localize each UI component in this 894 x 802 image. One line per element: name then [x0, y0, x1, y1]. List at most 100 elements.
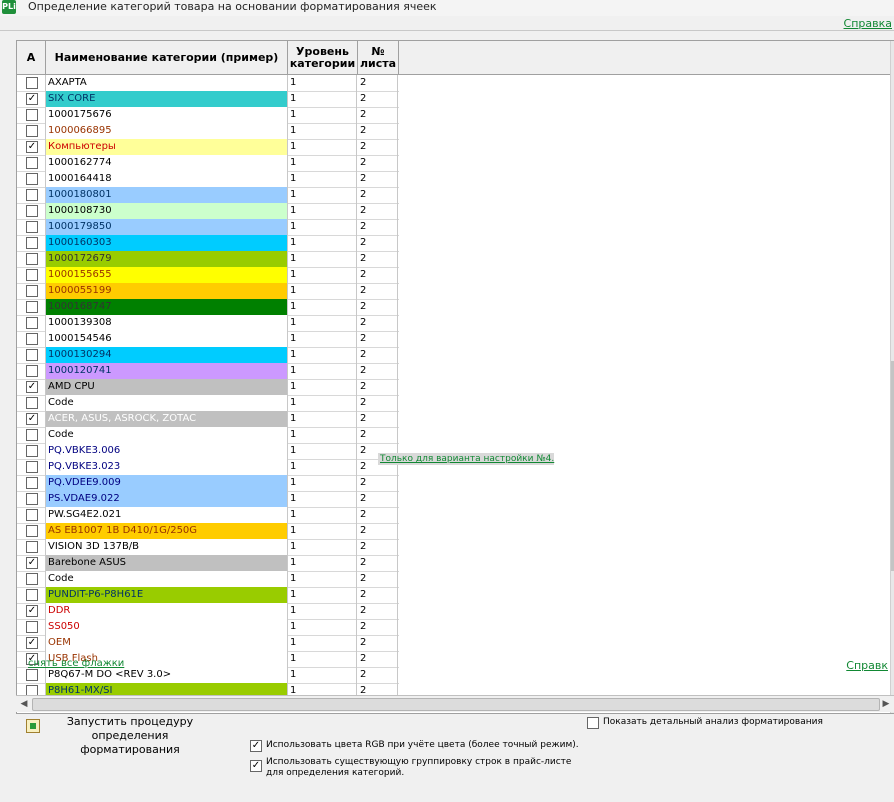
- row-checkbox[interactable]: [26, 573, 38, 585]
- table-row[interactable]: 1000168747 1 2: [17, 299, 399, 316]
- sheet-number[interactable]: 2: [358, 523, 398, 539]
- row-checkbox[interactable]: [26, 77, 38, 89]
- category-level[interactable]: 1: [288, 139, 357, 155]
- vertical-scrollbar[interactable]: [890, 41, 894, 713]
- category-level[interactable]: 1: [288, 107, 357, 123]
- table-row[interactable]: 1000155655 1 2: [17, 267, 399, 284]
- row-checkbox[interactable]: [26, 285, 38, 297]
- table-row[interactable]: AXAPTA 1 2: [17, 75, 399, 92]
- table-row[interactable]: PS.VDAE9.022 1 2: [17, 491, 399, 508]
- row-checkbox[interactable]: [26, 125, 38, 137]
- category-level[interactable]: 1: [288, 491, 357, 507]
- table-row[interactable]: 1000130294 1 2: [17, 347, 399, 364]
- sheet-number[interactable]: 2: [358, 395, 398, 411]
- row-checkbox[interactable]: [26, 429, 38, 441]
- table-row[interactable]: 1000055199 1 2: [17, 283, 399, 300]
- category-level[interactable]: 1: [288, 555, 357, 571]
- row-checkbox[interactable]: ✓: [26, 381, 38, 393]
- row-checkbox[interactable]: [26, 621, 38, 633]
- category-level[interactable]: 1: [288, 235, 357, 251]
- sheet-number[interactable]: 2: [358, 331, 398, 347]
- column-header-category-level[interactable]: Уровень категории: [288, 41, 358, 74]
- sheet-number[interactable]: 2: [358, 219, 398, 235]
- column-header-category-name[interactable]: Наименование категории (пример): [46, 41, 288, 74]
- sheet-number[interactable]: 2: [358, 283, 398, 299]
- category-level[interactable]: 1: [288, 539, 357, 555]
- sheet-number[interactable]: 2: [358, 539, 398, 555]
- category-level[interactable]: 1: [288, 459, 357, 475]
- sheet-number[interactable]: 2: [358, 619, 398, 635]
- category-level[interactable]: 1: [288, 619, 357, 635]
- variant-note[interactable]: Только для варианта настройки №4.: [378, 453, 554, 465]
- table-row[interactable]: ✓ OEM 1 2: [17, 635, 399, 652]
- table-row[interactable]: Code 1 2: [17, 395, 399, 412]
- category-level[interactable]: 1: [288, 443, 357, 459]
- sheet-number[interactable]: 2: [358, 139, 398, 155]
- sheet-number[interactable]: 2: [358, 667, 398, 683]
- table-row[interactable]: Code 1 2: [17, 427, 399, 444]
- category-level[interactable]: 1: [288, 427, 357, 443]
- row-checkbox[interactable]: [26, 669, 38, 681]
- sheet-number[interactable]: 2: [358, 571, 398, 587]
- table-row[interactable]: ✓ Компьютеры 1 2: [17, 139, 399, 156]
- column-header-sheet-number[interactable]: № листа: [358, 41, 399, 74]
- table-row[interactable]: 1000108730 1 2: [17, 203, 399, 220]
- run-procedure-button[interactable]: Запустить процедуру определения форматир…: [50, 715, 210, 757]
- detailed-analysis-checkbox[interactable]: [587, 717, 599, 729]
- row-checkbox[interactable]: [26, 205, 38, 217]
- category-level[interactable]: 1: [288, 283, 357, 299]
- category-level[interactable]: 1: [288, 315, 357, 331]
- category-level[interactable]: 1: [288, 635, 357, 651]
- table-row[interactable]: ✓ ACER, ASUS, ASROCK, ZOTAC 1 2: [17, 411, 399, 428]
- table-row[interactable]: 1000120741 1 2: [17, 363, 399, 380]
- sheet-number[interactable]: 2: [358, 635, 398, 651]
- category-level[interactable]: 1: [288, 219, 357, 235]
- category-level[interactable]: 1: [288, 395, 357, 411]
- table-row[interactable]: PUNDIT-P6-P8H61E 1 2: [17, 587, 399, 604]
- table-row[interactable]: PQ.VBKE3.023 1 2: [17, 459, 399, 476]
- table-row[interactable]: 1000154546 1 2: [17, 331, 399, 348]
- category-level[interactable]: 1: [288, 91, 357, 107]
- table-row[interactable]: 1000180801 1 2: [17, 187, 399, 204]
- row-checkbox[interactable]: ✓: [26, 93, 38, 105]
- column-header-a[interactable]: A: [17, 41, 46, 74]
- sheet-number[interactable]: 2: [358, 251, 398, 267]
- table-row[interactable]: 1000179850 1 2: [17, 219, 399, 236]
- row-checkbox[interactable]: [26, 173, 38, 185]
- table-row[interactable]: P8Q67-M DO <REV 3.0> 1 2: [17, 667, 399, 684]
- rgb-colors-checkbox[interactable]: ✓: [250, 740, 262, 752]
- row-checkbox[interactable]: [26, 445, 38, 457]
- row-grouping-checkbox[interactable]: ✓: [250, 760, 262, 772]
- row-checkbox[interactable]: [26, 237, 38, 249]
- row-grouping-option[interactable]: ✓ Использовать существующую группировку …: [250, 757, 580, 781]
- table-row[interactable]: VISION 3D 137B/B 1 2: [17, 539, 399, 556]
- row-checkbox[interactable]: [26, 397, 38, 409]
- category-level[interactable]: 1: [288, 667, 357, 683]
- category-level[interactable]: 1: [288, 299, 357, 315]
- sheet-number[interactable]: 2: [358, 555, 398, 571]
- category-level[interactable]: 1: [288, 379, 357, 395]
- sheet-number[interactable]: 2: [358, 267, 398, 283]
- category-level[interactable]: 1: [288, 363, 357, 379]
- row-checkbox[interactable]: [26, 525, 38, 537]
- sheet-number[interactable]: 2: [358, 475, 398, 491]
- sheet-number[interactable]: 2: [358, 91, 398, 107]
- table-row[interactable]: ✓ DDR 1 2: [17, 603, 399, 620]
- row-checkbox[interactable]: ✓: [26, 637, 38, 649]
- rgb-colors-option[interactable]: ✓ Использовать цвета RGB при учёте цвета…: [250, 740, 580, 752]
- category-level[interactable]: 1: [288, 603, 357, 619]
- category-level[interactable]: 1: [288, 187, 357, 203]
- scroll-right-icon[interactable]: ▶: [878, 696, 894, 712]
- row-checkbox[interactable]: [26, 157, 38, 169]
- category-level[interactable]: 1: [288, 155, 357, 171]
- row-checkbox[interactable]: [26, 477, 38, 489]
- row-checkbox[interactable]: [26, 221, 38, 233]
- sheet-number[interactable]: 2: [358, 587, 398, 603]
- sheet-number[interactable]: 2: [358, 347, 398, 363]
- row-checkbox[interactable]: [26, 333, 38, 345]
- row-checkbox[interactable]: [26, 493, 38, 505]
- row-checkbox[interactable]: [26, 269, 38, 281]
- table-row[interactable]: 1000172679 1 2: [17, 251, 399, 268]
- table-row[interactable]: PW.SG4E2.021 1 2: [17, 507, 399, 524]
- sheet-number[interactable]: 2: [358, 427, 398, 443]
